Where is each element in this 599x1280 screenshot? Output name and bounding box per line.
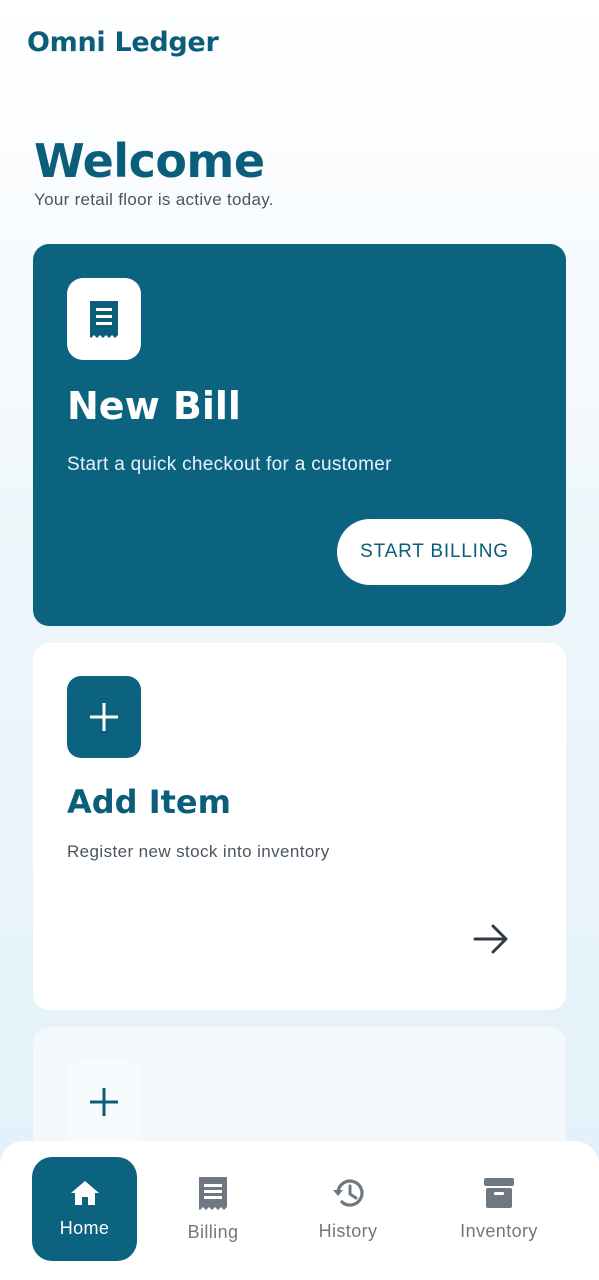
nav-item-billing[interactable]: Billing	[163, 1157, 263, 1261]
nav-item-inventory[interactable]: Inventory	[444, 1157, 554, 1261]
archive-box-icon	[484, 1177, 514, 1208]
app-title: Omni Ledger	[27, 27, 219, 58]
add-item-icon-tile	[67, 676, 141, 758]
new-bill-icon-tile	[67, 278, 141, 360]
start-billing-button[interactable]: START BILLING	[337, 519, 532, 585]
new-bill-description: Start a quick checkout for a customer	[67, 454, 392, 475]
plus-icon	[90, 1088, 118, 1116]
history-icon	[333, 1179, 364, 1207]
third-card-icon-tile	[67, 1061, 141, 1143]
nav-label-inventory: Inventory	[460, 1220, 538, 1241]
nav-item-history[interactable]: History	[298, 1157, 398, 1261]
add-item-arrow-button[interactable]	[469, 917, 513, 961]
plus-icon	[90, 703, 118, 731]
welcome-heading: Welcome	[34, 134, 265, 188]
nav-label-home: Home	[59, 1217, 110, 1238]
nav-item-home[interactable]: Home	[32, 1157, 137, 1261]
new-bill-card[interactable]: New Bill Start a quick checkout for a cu…	[33, 244, 566, 626]
bottom-nav: Home Billing History Inventory	[0, 1141, 599, 1280]
arrow-right-icon	[473, 924, 508, 954]
add-item-card[interactable]: Add Item Register new stock into invento…	[33, 643, 566, 1010]
nav-label-history: History	[318, 1220, 378, 1241]
home-icon	[70, 1180, 99, 1205]
add-item-description: Register new stock into inventory	[67, 842, 330, 861]
add-item-title: Add Item	[67, 783, 231, 821]
nav-label-billing: Billing	[187, 1221, 239, 1242]
new-bill-title: New Bill	[67, 384, 241, 428]
receipt-icon	[90, 301, 118, 338]
welcome-subtitle: Your retail floor is active today.	[34, 190, 274, 209]
receipt-icon	[199, 1176, 227, 1210]
